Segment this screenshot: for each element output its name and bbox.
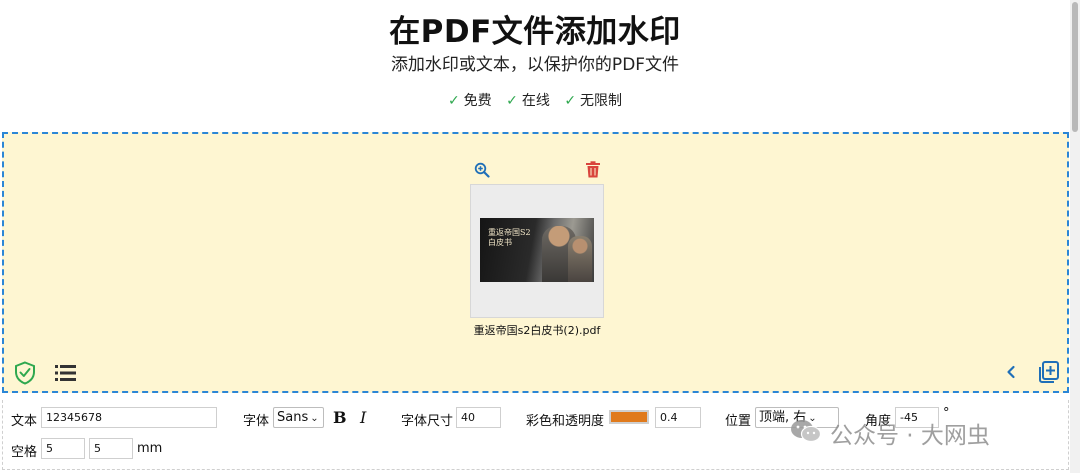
position-label: 位置 — [725, 414, 752, 429]
file-thumbnail-image: 重返帝国S2 白皮书 — [480, 218, 594, 282]
page-subtitle: 添加水印或文本，以保护你的PDF文件 — [390, 55, 680, 75]
wechat-icon — [791, 420, 822, 443]
thumbnail-caption: 重返帝国S2 白皮书 — [488, 228, 531, 247]
feature-item: ✓ 免费 — [448, 90, 492, 110]
color-opacity-label: 彩色和透明度 — [526, 414, 605, 429]
check-icon: ✓ — [447, 93, 460, 109]
color-picker[interactable] — [609, 410, 649, 424]
page: 在PDF文件添加水印 添加水印或文本，以保护你的PDF文件 ✓ 免费 ✓ 在线 ✓ 无… — [0, 0, 1080, 473]
chevron-down-icon: ⌄ — [310, 413, 319, 424]
text-label: 文本 — [11, 414, 38, 429]
bold-button[interactable]: B — [333, 408, 347, 427]
watermark-text-input[interactable]: 12345678 — [41, 407, 217, 428]
feature-label: 免费 — [463, 93, 492, 109]
file-name: 重返帝国s2白皮书(2).pdf — [473, 324, 601, 337]
scrollbar[interactable] — [1070, 0, 1080, 473]
feature-label: 无限制 — [580, 93, 623, 109]
font-size-input[interactable]: 40 — [456, 407, 501, 428]
spacing-y-input[interactable]: 5 — [89, 438, 133, 459]
feature-list: ✓ 免费 ✓ 在线 ✓ 无限制 — [0, 90, 1070, 110]
list-icon[interactable] — [55, 364, 77, 382]
feature-item: ✓ 在线 — [506, 90, 550, 110]
check-icon: ✓ — [564, 93, 577, 109]
spacing-unit: mm — [137, 441, 163, 456]
font-size-label: 字体尺寸 — [401, 414, 454, 429]
page-title: 在PDF文件添加水印 — [389, 14, 681, 50]
add-file-icon[interactable] — [1036, 360, 1060, 384]
feature-label: 在线 — [521, 93, 550, 109]
file-drop-zone[interactable]: 重返帝国S2 白皮书 重返帝国s2白皮书(2).pdf — [2, 132, 1069, 393]
thumbnail-figure — [568, 236, 592, 282]
chevron-left-icon[interactable] — [1004, 364, 1018, 380]
font-label: 字体 — [243, 414, 270, 429]
check-icon: ✓ — [506, 93, 518, 109]
scrollbar-thumb[interactable] — [1072, 2, 1078, 132]
file-thumbnail-card[interactable]: 重返帝国S2 白皮书 — [470, 184, 604, 318]
font-select-value: Sans — [277, 410, 309, 425]
zoom-in-icon[interactable] — [474, 162, 490, 178]
feature-item: ✓ 无限制 — [564, 90, 622, 110]
watermark-text: 公众号 · 大网虫 — [830, 423, 990, 449]
trash-icon[interactable] — [585, 161, 601, 178]
spacing-label: 空格 — [11, 445, 38, 460]
shield-check-icon[interactable] — [14, 361, 36, 385]
font-select[interactable]: Sans ⌄ — [273, 407, 324, 428]
spacing-x-input[interactable]: 5 — [41, 438, 85, 459]
opacity-input[interactable]: 0.4 — [655, 407, 701, 428]
italic-button[interactable]: I — [360, 408, 366, 427]
